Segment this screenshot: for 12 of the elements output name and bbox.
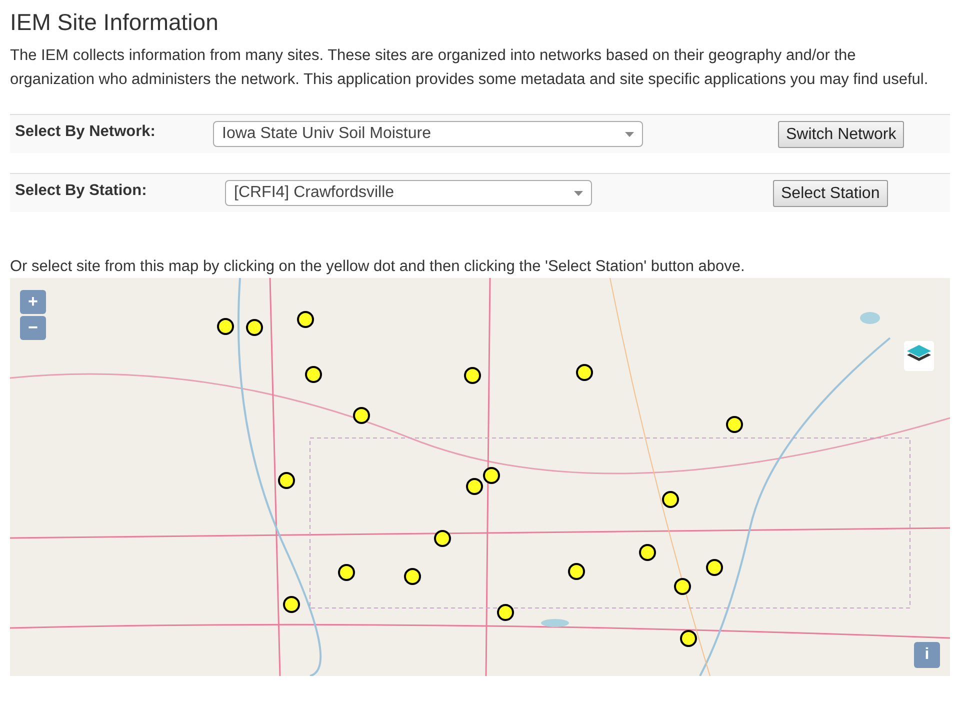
action-button[interactable]: Select Station: [773, 180, 888, 207]
page-title: IEM Site Information: [10, 8, 220, 36]
selector-label: Select By Station:: [15, 182, 147, 200]
caret-icon: [625, 132, 634, 136]
selector-label: Select By Network:: [15, 123, 156, 141]
dropdown-field[interactable]: [CRFI4] Crawfordsville: [225, 180, 592, 206]
intro-paragraph: The IEM collects information from many sites. These sites are organized into networks based on their geography and/or the organization who administers the network. This application provides some metadata and site specific applications you may find useful.: [10, 46, 930, 90]
caret-icon: [574, 190, 583, 196]
dropdown-field[interactable]: Iowa State Univ Soil Moisture: [213, 121, 643, 147]
layers-icon[interactable]: [904, 341, 934, 371]
map-instructions: Or select site from this map by clicking on the yellow dot and then clicking the 'Select Station' button above.: [10, 257, 746, 277]
action-button[interactable]: Switch Network: [778, 121, 904, 148]
